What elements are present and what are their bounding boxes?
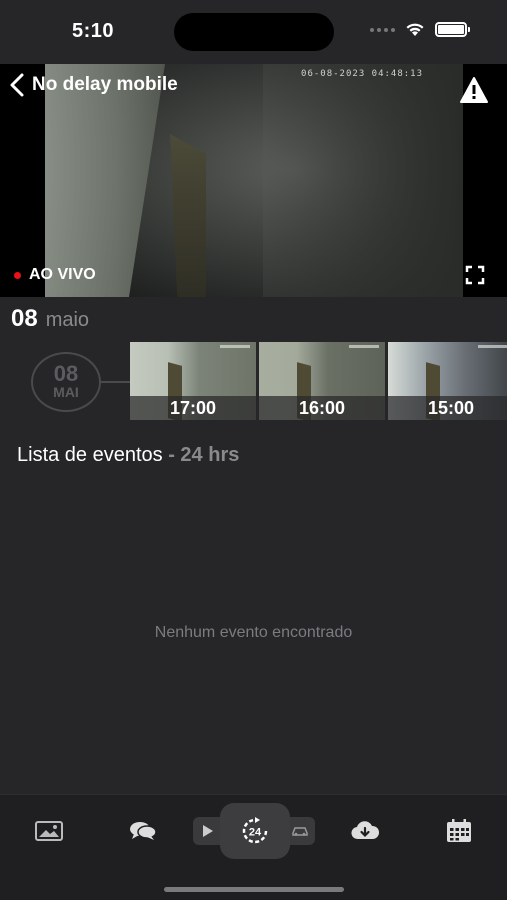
calendar-button[interactable] (444, 819, 474, 843)
date-badge-day: 08 (53, 361, 79, 386)
live-label: AO VIVO (29, 266, 96, 283)
svg-text:24: 24 (249, 827, 262, 839)
events-heading: Lista de eventos - 24 hrs (17, 444, 239, 467)
date-month: maio (45, 309, 90, 331)
chat-icon (130, 822, 157, 840)
recording-thumbnail[interactable]: 16:00 (259, 342, 385, 420)
thumbnail-time: 17:00 (130, 396, 256, 420)
cloud-download-icon (351, 821, 380, 840)
recording-thumbnails: 17:00 16:00 15:00 (130, 342, 507, 420)
playback-button[interactable] (193, 817, 223, 845)
timeline-connector (101, 381, 130, 383)
live-video-player[interactable]: 06-08-2023 04:48:13 No delay mobile AO V… (0, 64, 507, 297)
24h-icon: 24 (242, 817, 268, 844)
alert-button[interactable] (459, 76, 489, 109)
home-indicator (164, 887, 344, 892)
live-dot (14, 271, 21, 279)
date-badge: 08 MAI (31, 352, 101, 412)
events-range: - 24 hrs (168, 444, 240, 466)
bottom-toolbar: 24 (0, 794, 507, 900)
gallery-icon (35, 821, 63, 841)
warning-icon (460, 77, 488, 103)
calendar-icon (447, 819, 471, 842)
battery-icon (435, 22, 470, 37)
thumbnail-time: 16:00 (259, 396, 385, 420)
status-icons (370, 22, 470, 37)
camera-timestamp: 06-08-2023 04:48:13 (301, 69, 423, 79)
camera-title: No delay mobile (32, 74, 178, 95)
24h-recording-button[interactable]: 24 (220, 803, 290, 859)
dynamic-island (174, 13, 334, 51)
wifi-icon (406, 23, 424, 36)
back-button[interactable]: No delay mobile (8, 72, 178, 98)
events-title: Lista de eventos (17, 444, 163, 466)
car-icon (292, 827, 308, 836)
thumbnail-time: 15:00 (388, 396, 507, 420)
play-icon (203, 825, 213, 837)
fullscreen-button[interactable] (465, 265, 485, 290)
empty-events-message: Nenhum evento encontrado (154, 624, 353, 641)
live-indicator: AO VIVO (14, 266, 96, 284)
gallery-button[interactable] (34, 819, 64, 843)
recording-timeline[interactable]: 08 MAI 17:00 16:00 15:00 (0, 342, 507, 422)
camera-feed: 06-08-2023 04:48:13 (45, 64, 463, 297)
date-badge-month: MAI (53, 384, 79, 400)
download-button[interactable] (350, 819, 380, 843)
chat-button[interactable] (128, 819, 158, 843)
date-day: 08 (11, 305, 38, 332)
fullscreen-icon (465, 265, 485, 285)
date-header: 08 maio (11, 305, 89, 333)
status-time: 5:10 (72, 20, 115, 42)
signal-icon (370, 27, 395, 32)
recording-thumbnail[interactable]: 17:00 (130, 342, 256, 420)
chevron-left-icon (10, 73, 24, 97)
recording-thumbnail[interactable]: 15:00 (388, 342, 507, 420)
status-bar: 5:10 (0, 0, 507, 64)
